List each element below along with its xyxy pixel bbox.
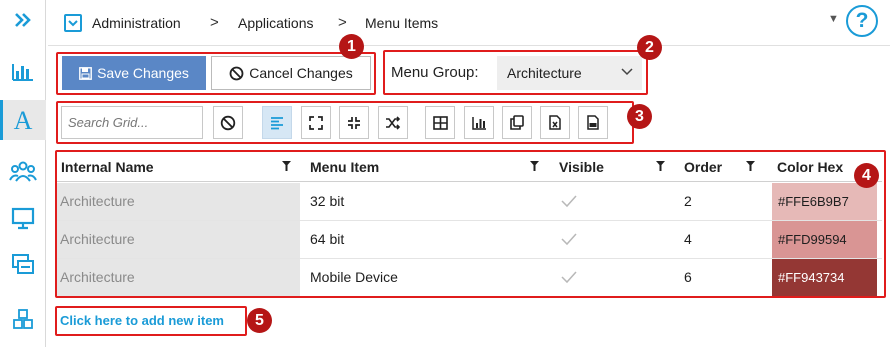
monitor-icon[interactable]	[0, 198, 46, 238]
clear-icon	[220, 115, 236, 130]
bar-chart-icon[interactable]	[0, 52, 46, 92]
collapse-button[interactable]	[339, 106, 369, 139]
copy-icon	[510, 115, 524, 130]
cell-menu-item[interactable]: 32 bit	[310, 183, 344, 220]
cell-color-hex[interactable]: #FFD99594	[772, 221, 877, 258]
cell-internal-name: Architecture	[57, 183, 300, 220]
menu-group-label: Menu Group:	[391, 64, 479, 81]
menu-group-value: Architecture	[507, 65, 582, 81]
letter-a-icon[interactable]: A	[0, 100, 46, 140]
breadcrumb-item-menu-items: Menu Items	[365, 15, 439, 31]
breadcrumb-separator-icon: >	[210, 14, 219, 31]
table-row[interactable]: Architecture 64 bit 4 #FFD99594	[57, 221, 882, 259]
callout-badge-2: 2	[637, 35, 662, 60]
checkmark-icon[interactable]	[561, 232, 577, 246]
breadcrumb-dropdown-icon[interactable]	[64, 14, 82, 32]
column-header-color-hex[interactable]: Color Hex	[777, 159, 843, 175]
shuffle-icon	[386, 115, 401, 130]
breadcrumb-item-applications[interactable]: Applications	[238, 15, 314, 31]
help-icon[interactable]: ?	[846, 5, 878, 37]
cell-order[interactable]: 2	[684, 183, 692, 220]
menu-group-select[interactable]: Architecture	[497, 56, 642, 90]
pdf-icon	[587, 115, 599, 130]
cell-internal-name: Architecture	[57, 259, 300, 296]
callout-badge-4: 4	[854, 163, 879, 188]
screens-icon[interactable]	[0, 245, 46, 285]
filter-icon[interactable]	[530, 161, 539, 171]
table-row[interactable]: Architecture Mobile Device 6 #FF943734	[57, 259, 882, 297]
cell-order[interactable]: 4	[684, 221, 692, 258]
cell-order[interactable]: 6	[684, 259, 692, 296]
align-left-button[interactable]	[262, 106, 292, 139]
cell-internal-name: Architecture	[57, 221, 300, 258]
checkmark-icon[interactable]	[561, 270, 577, 284]
svg-text:A: A	[14, 107, 33, 133]
cell-menu-item[interactable]: Mobile Device	[310, 259, 398, 296]
filter-icon[interactable]	[282, 161, 291, 171]
breadcrumb-item-administration[interactable]: Administration	[92, 15, 181, 31]
shuffle-button[interactable]	[378, 106, 408, 139]
save-button[interactable]: Save Changes	[62, 56, 206, 90]
expand-rail-icon[interactable]	[0, 0, 46, 40]
chart-button[interactable]	[464, 106, 494, 139]
excel-icon	[549, 115, 561, 130]
add-new-item-link[interactable]: Click here to add new item	[60, 313, 224, 328]
cancel-button-label: Cancel Changes	[249, 65, 353, 81]
callout-badge-3: 3	[627, 104, 652, 129]
save-icon	[79, 66, 92, 80]
collapse-icon	[348, 116, 360, 129]
search-placeholder: Search Grid...	[68, 115, 149, 130]
chevron-down-icon	[621, 68, 633, 76]
table-row[interactable]: Architecture 32 bit 2 #FFE6B9B7	[57, 183, 882, 221]
grid-icon	[432, 115, 448, 130]
cell-color-hex[interactable]: #FF943734	[772, 259, 877, 296]
export-pdf-button[interactable]	[578, 106, 608, 139]
cancel-icon	[229, 66, 244, 80]
expand-button[interactable]	[301, 106, 331, 139]
checkmark-icon[interactable]	[561, 194, 577, 208]
column-header-visible[interactable]: Visible	[559, 159, 604, 175]
filter-icon[interactable]	[656, 161, 665, 171]
chart-icon	[471, 116, 486, 130]
dropdown-arrow-icon[interactable]: ▼	[828, 13, 839, 25]
filter-icon[interactable]	[746, 161, 755, 171]
clear-search-button[interactable]	[213, 106, 243, 139]
callout-badge-5: 5	[247, 308, 272, 333]
breadcrumb-separator-icon: >	[338, 14, 347, 31]
cubes-icon[interactable]	[0, 300, 46, 340]
callout-badge-1: 1	[339, 34, 364, 59]
cancel-button[interactable]: Cancel Changes	[211, 56, 371, 90]
cell-color-hex[interactable]: #FFE6B9B7	[772, 183, 877, 220]
search-input[interactable]: Search Grid...	[61, 106, 203, 139]
cell-menu-item[interactable]: 64 bit	[310, 221, 344, 258]
align-left-icon	[271, 116, 283, 129]
nav-rail: A	[0, 0, 46, 347]
grid-header: Internal Name Menu Item Visible Order Co…	[57, 152, 882, 182]
breadcrumb: Administration > Applications > Menu Ite…	[48, 0, 890, 46]
app-window: A Administration > Applications > Menu I…	[0, 0, 890, 347]
column-header-order[interactable]: Order	[684, 159, 722, 175]
export-excel-button[interactable]	[540, 106, 570, 139]
save-button-label: Save Changes	[97, 65, 189, 81]
expand-icon	[309, 115, 323, 130]
column-header-internal-name[interactable]: Internal Name	[61, 159, 154, 175]
grid-view-button[interactable]	[425, 106, 455, 139]
copy-button[interactable]	[502, 106, 532, 139]
users-icon[interactable]	[0, 152, 46, 192]
column-header-menu-item[interactable]: Menu Item	[310, 159, 379, 175]
